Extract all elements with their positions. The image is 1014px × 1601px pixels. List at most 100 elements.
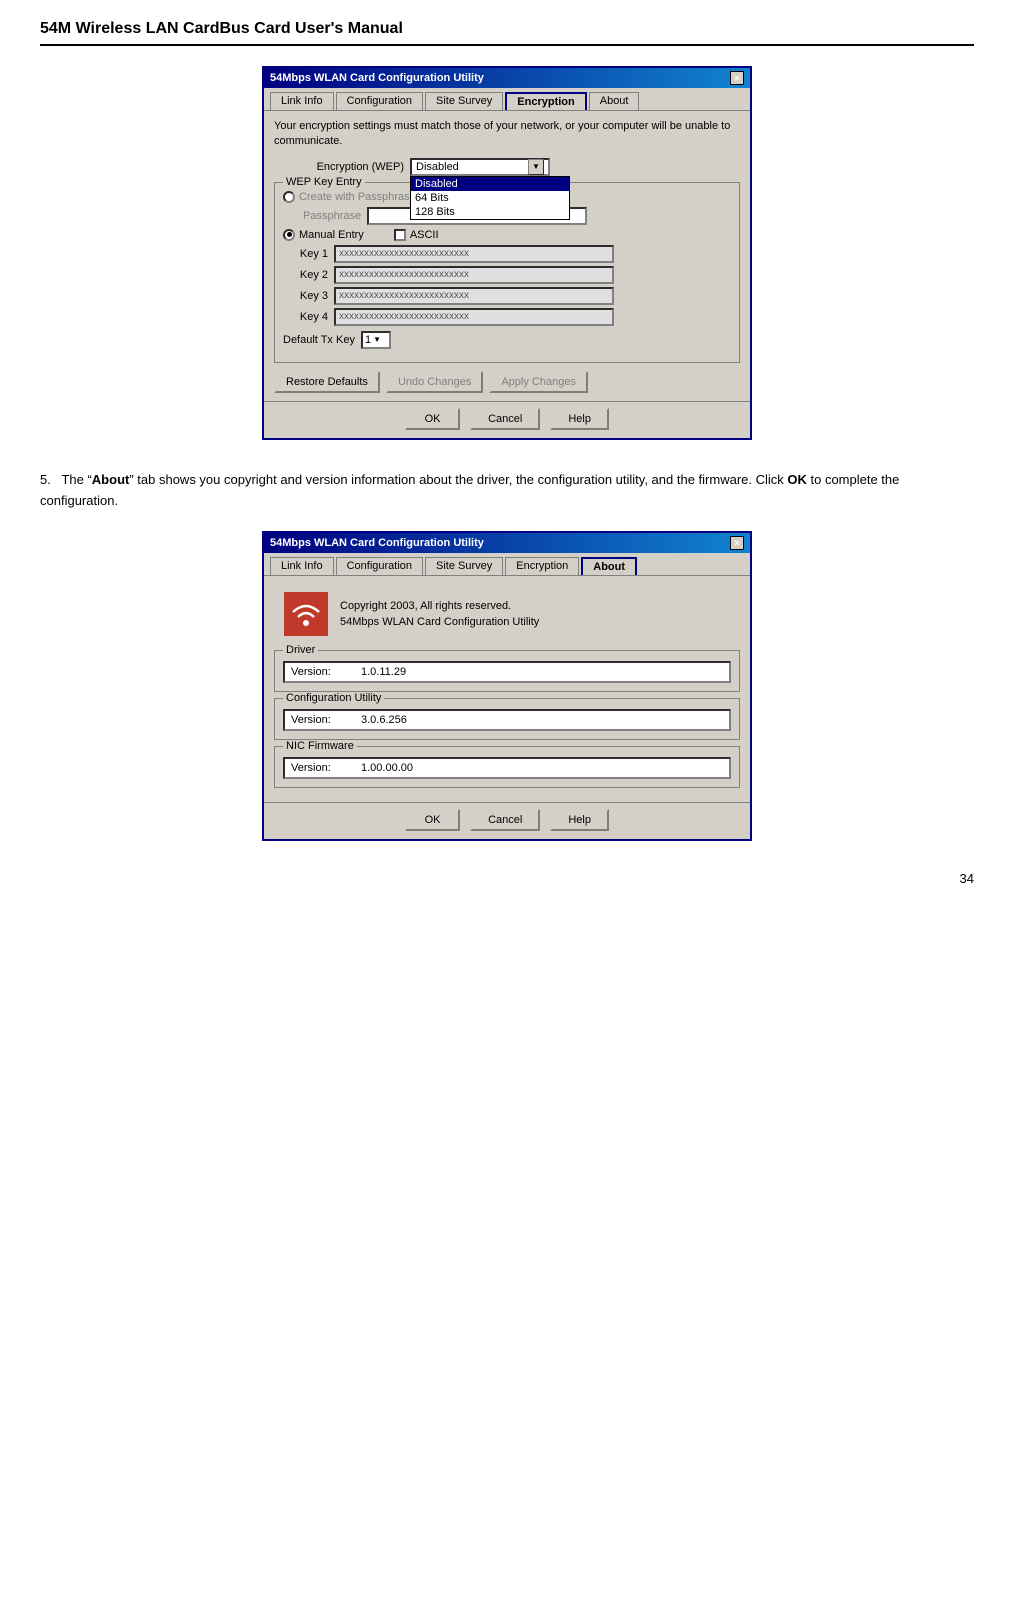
key2-label: Key 2	[283, 269, 328, 281]
dialog2-ok-button[interactable]: OK	[405, 809, 460, 831]
dialog1-tabs: Link Info Configuration Site Survey Encr…	[264, 88, 750, 110]
section5-text-before: The “	[61, 472, 91, 487]
passphrase-label: Passphrase	[303, 210, 361, 222]
wep-key-entry-title: WEP Key Entry	[283, 176, 365, 188]
dialog2-titlebar: 54Mbps WLAN Card Configuration Utility ×	[264, 533, 750, 553]
encryption-dropdown-list: Disabled 64 Bits 128 Bits	[410, 176, 570, 220]
key1-label: Key 1	[283, 248, 328, 260]
key4-label: Key 4	[283, 311, 328, 323]
key3-input[interactable]: xxxxxxxxxxxxxxxxxxxxxxxxxx	[334, 287, 614, 305]
driver-version-value: 1.0.11.29	[361, 666, 406, 678]
ascii-label: ASCII	[410, 229, 439, 241]
dialog2-help-button[interactable]: Help	[550, 809, 609, 831]
dropdown-item-disabled[interactable]: Disabled	[411, 177, 569, 191]
about-logo-section: Copyright 2003, All rights reserved. 54M…	[274, 592, 740, 636]
config-version-value: 3.0.6.256	[361, 714, 407, 726]
default-tx-value: 1	[365, 334, 371, 346]
encryption-wep-value: Disabled	[416, 161, 459, 173]
section5-number: 5.	[40, 472, 51, 487]
key1-input[interactable]: xxxxxxxxxxxxxxxxxxxxxxxxxx	[334, 245, 614, 263]
restore-defaults-button[interactable]: Restore Defaults	[274, 371, 380, 393]
dialog1-titlebar: 54Mbps WLAN Card Configuration Utility ×	[264, 68, 750, 88]
dialog2-cancel-button[interactable]: Cancel	[470, 809, 540, 831]
default-tx-row: Default Tx Key 1 ▼	[283, 331, 731, 349]
undo-changes-button[interactable]: Undo Changes	[386, 371, 483, 393]
dialog1-close-button[interactable]: ×	[730, 71, 744, 85]
encryption-wep-select-wrapper[interactable]: Disabled ▼ Disabled 64 Bits 128 Bits	[410, 158, 550, 176]
copyright-line1: Copyright 2003, All rights reserved.	[340, 598, 539, 615]
page-title: 54M Wireless LAN CardBus Card User's Man…	[40, 20, 974, 46]
config-util-group-title: Configuration Utility	[283, 692, 384, 704]
default-tx-arrow: ▼	[373, 335, 381, 344]
dialog2-tab-configuration[interactable]: Configuration	[336, 557, 423, 575]
dialog1: 54Mbps WLAN Card Configuration Utility ×…	[262, 66, 752, 440]
create-passphrase-label: Create with Passphrase	[299, 191, 416, 203]
dialog2-title: 54Mbps WLAN Card Configuration Utility	[270, 537, 484, 549]
driver-version-row: Version: 1.0.11.29	[283, 661, 731, 683]
default-tx-select[interactable]: 1 ▼	[361, 331, 391, 349]
manual-entry-row[interactable]: Manual Entry ASCII	[283, 229, 731, 241]
dialog1-title: 54Mbps WLAN Card Configuration Utility	[270, 72, 484, 84]
section5-bold-about: About	[92, 472, 130, 487]
section5-text: 5. The “About” tab shows you copyright a…	[40, 470, 974, 512]
dialog2-wrapper: 54Mbps WLAN Card Configuration Utility ×…	[40, 531, 974, 841]
dialog1-footer: OK Cancel Help	[264, 401, 750, 438]
dialog1-ok-button[interactable]: OK	[405, 408, 460, 430]
dialog1-wrapper: 54Mbps WLAN Card Configuration Utility ×…	[40, 66, 974, 440]
key4-input[interactable]: xxxxxxxxxxxxxxxxxxxxxxxxxx	[334, 308, 614, 326]
key4-row: Key 4 xxxxxxxxxxxxxxxxxxxxxxxxxx	[283, 308, 731, 326]
dialog2-footer: OK Cancel Help	[264, 802, 750, 839]
encryption-wep-select[interactable]: Disabled ▼	[410, 158, 550, 176]
driver-group: Driver Version: 1.0.11.29	[274, 650, 740, 692]
create-passphrase-radio[interactable]	[283, 191, 295, 203]
dialog1-cancel-button[interactable]: Cancel	[470, 408, 540, 430]
nic-version-label: Version:	[291, 762, 361, 774]
apply-changes-button[interactable]: Apply Changes	[489, 371, 588, 393]
nic-version-value: 1.00.00.00	[361, 762, 413, 774]
key3-row: Key 3 xxxxxxxxxxxxxxxxxxxxxxxxxx	[283, 287, 731, 305]
section5-bold-ok: OK	[787, 472, 807, 487]
dialog1-help-button[interactable]: Help	[550, 408, 609, 430]
page-number: 34	[40, 871, 974, 886]
dialog2-tab-site-survey[interactable]: Site Survey	[425, 557, 503, 575]
copyright-line2: 54Mbps WLAN Card Configuration Utility	[340, 614, 539, 631]
driver-version-label: Version:	[291, 666, 361, 678]
nic-version-row: Version: 1.00.00.00	[283, 757, 731, 779]
manual-entry-label: Manual Entry	[299, 229, 364, 241]
dialog1-button-row: Restore Defaults Undo Changes Apply Chan…	[274, 371, 740, 393]
dialog2-close-button[interactable]: ×	[730, 536, 744, 550]
tab-encryption[interactable]: Encryption	[505, 92, 586, 110]
config-version-row: Version: 3.0.6.256	[283, 709, 731, 731]
encryption-wep-label: Encryption (WEP)	[274, 161, 404, 173]
key1-row: Key 1 xxxxxxxxxxxxxxxxxxxxxxxxxx	[283, 245, 731, 263]
dialog2-body: Copyright 2003, All rights reserved. 54M…	[264, 575, 750, 802]
dropdown-item-128bits[interactable]: 128 Bits	[411, 205, 569, 219]
tab-site-survey[interactable]: Site Survey	[425, 92, 503, 110]
config-version-label: Version:	[291, 714, 361, 726]
config-util-group: Configuration Utility Version: 3.0.6.256	[274, 698, 740, 740]
dialog2-tabs: Link Info Configuration Site Survey Encr…	[264, 553, 750, 575]
driver-group-title: Driver	[283, 644, 318, 656]
dialog2-tab-encryption[interactable]: Encryption	[505, 557, 579, 575]
tab-configuration[interactable]: Configuration	[336, 92, 423, 110]
ascii-checkbox[interactable]	[394, 229, 406, 241]
encryption-wep-arrow[interactable]: ▼	[528, 159, 544, 175]
encryption-wep-row: Encryption (WEP) Disabled ▼ Disabled 64 …	[274, 158, 740, 176]
dialog1-body: Your encryption settings must match thos…	[264, 110, 750, 401]
default-tx-label: Default Tx Key	[283, 334, 355, 346]
nic-firmware-group: NIC Firmware Version: 1.00.00.00	[274, 746, 740, 788]
key3-label: Key 3	[283, 290, 328, 302]
manual-entry-radio[interactable]	[283, 229, 295, 241]
tab-about[interactable]: About	[589, 92, 640, 110]
about-copyright-text: Copyright 2003, All rights reserved. 54M…	[340, 598, 539, 631]
nic-firmware-group-title: NIC Firmware	[283, 740, 357, 752]
dialog2-tab-about[interactable]: About	[581, 557, 637, 575]
tab-link-info[interactable]: Link Info	[270, 92, 334, 110]
section5-text-after: ” tab shows you copyright and version in…	[129, 472, 787, 487]
key2-input[interactable]: xxxxxxxxxxxxxxxxxxxxxxxxxx	[334, 266, 614, 284]
key2-row: Key 2 xxxxxxxxxxxxxxxxxxxxxxxxxx	[283, 266, 731, 284]
encryption-notice: Your encryption settings must match thos…	[274, 119, 740, 150]
dialog2: 54Mbps WLAN Card Configuration Utility ×…	[262, 531, 752, 841]
dropdown-item-64bits[interactable]: 64 Bits	[411, 191, 569, 205]
dialog2-tab-link-info[interactable]: Link Info	[270, 557, 334, 575]
